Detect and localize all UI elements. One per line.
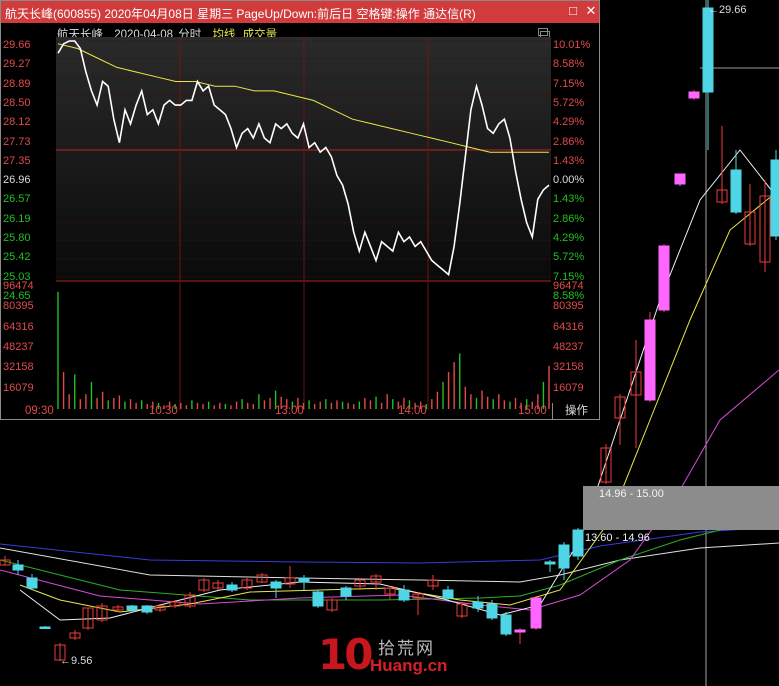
candle-body: [688, 91, 700, 99]
chip-band-lower: 13.60 - 14.96: [585, 532, 650, 544]
candle-body: [730, 169, 742, 213]
candle-body: [472, 601, 484, 609]
time-label-1500: 15:00: [518, 405, 547, 417]
time-label-1400: 14:00: [398, 405, 427, 417]
popup-titlebar[interactable]: 航天长峰(600855) 2020年04月08日 星期三 PageUp/Down…: [1, 1, 599, 23]
candle-body: [486, 603, 498, 619]
candle-body: [126, 605, 138, 611]
percent-tick-label: 4.29%: [553, 232, 585, 244]
volume-tick-label: 16079: [3, 381, 34, 394]
candle-body: [674, 173, 686, 185]
volume-tick-label: 64316: [3, 320, 34, 333]
candle-body: [340, 587, 352, 597]
intraday-popup-window[interactable]: 航天长峰(600855) 2020年04月08日 星期三 PageUp/Down…: [0, 0, 600, 420]
percent-tick-label: 2.86%: [553, 212, 585, 225]
candle-body: [544, 561, 556, 565]
volume-tick-label: 80395: [3, 300, 34, 313]
chip-band-upper: 14.96 - 15.00: [583, 486, 779, 530]
time-label-1030: 10:30: [149, 405, 178, 417]
volume-tick-label: 96474: [3, 280, 34, 292]
candle-body: [226, 584, 238, 591]
volume-tick-label: 96474: [553, 280, 584, 292]
time-label-1300: 13:00: [275, 405, 304, 417]
candle-body: [558, 544, 570, 569]
candle-body: [141, 605, 153, 613]
candle-body: [39, 626, 51, 629]
volume-tick-label: 64316: [553, 320, 584, 333]
candle-body: [770, 159, 779, 237]
price-tick-label: 29.66: [3, 39, 31, 51]
price-tick-label: 26.96: [3, 174, 31, 187]
price-tick-label: 27.35: [3, 154, 31, 167]
price-tick-label: 28.12: [3, 116, 31, 129]
candle-body: [702, 7, 714, 93]
low-price-tag: ←9.56: [60, 655, 93, 667]
price-tick-label: 26.19: [3, 212, 31, 225]
price-tick-label: 29.27: [3, 58, 31, 71]
volume-tick-label: 80395: [553, 300, 584, 313]
candle-body: [270, 581, 282, 589]
price-tick-label: 28.89: [3, 77, 31, 90]
popup-title: 航天长峰(600855) 2020年04月08日 星期三 PageUp/Down…: [5, 7, 476, 21]
site-watermark-logo: 10 拾荒网 Huang.cn: [318, 630, 448, 679]
volume-tick-label: 16079: [553, 381, 584, 394]
price-tick-label: 25.42: [3, 251, 31, 264]
percent-tick-label: 1.43%: [553, 193, 585, 206]
candle-body: [312, 591, 324, 607]
percent-tick-label: 4.29%: [553, 116, 585, 129]
percent-tick-label: 7.15%: [553, 77, 585, 90]
intraday-plot[interactable]: [56, 37, 551, 410]
arrow-icon: ←: [708, 4, 719, 16]
percent-tick-label: 5.72%: [553, 96, 585, 109]
price-tick-label: 27.73: [3, 135, 31, 148]
maximize-icon[interactable]: □: [565, 3, 581, 19]
volume-tick-label: 32158: [553, 361, 584, 374]
candle-body: [298, 577, 310, 583]
candle-body: [530, 597, 542, 629]
candle-body: [12, 564, 24, 571]
volume-tick-label: 48237: [3, 340, 34, 353]
candle-body: [26, 577, 38, 589]
volume-tick-label: 48237: [553, 340, 584, 353]
candle-body: [572, 529, 584, 557]
arrow-icon: ←: [60, 655, 71, 667]
close-icon[interactable]: ✕: [583, 3, 599, 19]
volume-tick-label: 32158: [3, 361, 34, 374]
percent-tick-label: 8.58%: [553, 58, 585, 71]
operate-button[interactable]: 操作: [552, 403, 600, 420]
percent-tick-label: 0.00%: [553, 174, 585, 187]
price-tick-label: 26.57: [3, 193, 31, 206]
candle-body: [442, 589, 454, 599]
candle-body: [514, 629, 526, 633]
percent-tick-label: 2.86%: [553, 135, 585, 148]
candle-body: [398, 589, 410, 601]
candle-body: [644, 319, 656, 401]
candle-body: [658, 245, 670, 311]
time-label-0930: 09:30: [25, 405, 54, 417]
percent-tick-label: 1.43%: [553, 154, 585, 167]
price-tick-label: 25.80: [3, 232, 31, 244]
percent-tick-label: 5.72%: [553, 251, 585, 264]
high-price-tag: ←29.66: [708, 4, 747, 16]
percent-tick-label: 10.01%: [553, 39, 591, 51]
price-tick-label: 28.50: [3, 96, 31, 109]
candle-body: [500, 614, 512, 635]
